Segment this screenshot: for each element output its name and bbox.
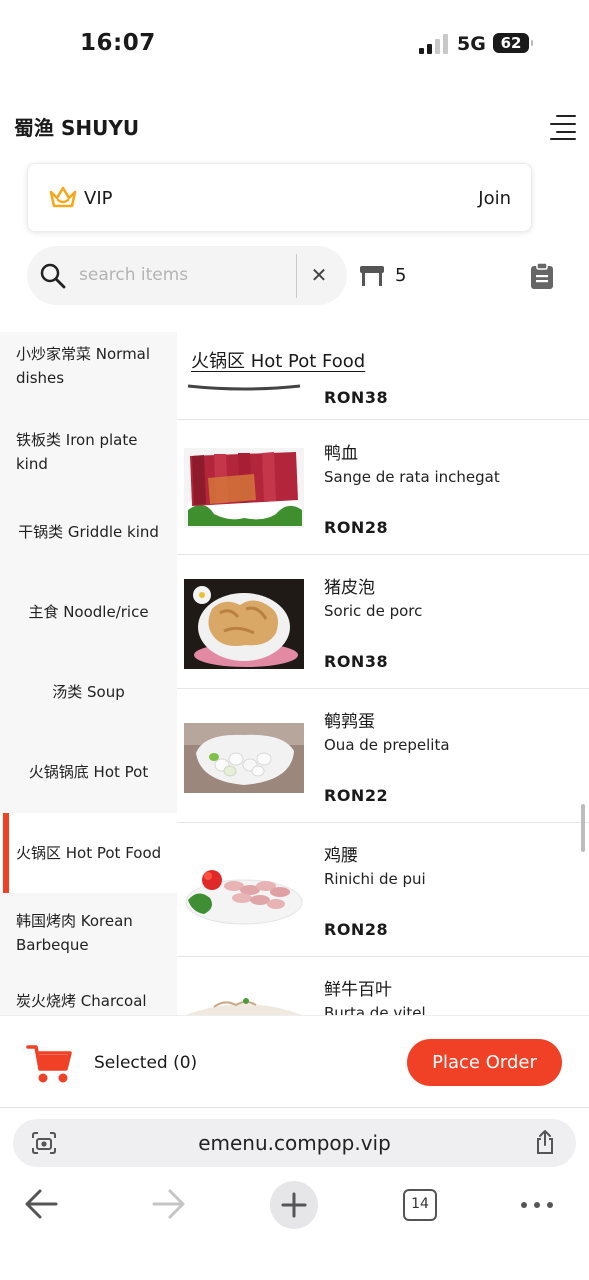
search-icon [40,263,66,289]
item-name-cn: 鸡腰 [324,846,358,866]
category-griddle[interactable]: 干锅类 Griddle kind [0,492,177,572]
clipboard-icon[interactable] [530,262,554,290]
selected-count: Selected (0) [94,1053,198,1073]
category-noodle-rice[interactable]: 主食 Noodle/rice [0,572,177,652]
menu-icon[interactable] [548,112,576,140]
new-tab-button[interactable] [270,1181,318,1229]
scrollbar[interactable] [581,804,585,852]
share-icon[interactable] [534,1129,556,1155]
search-divider [296,254,297,298]
food-image [184,993,304,1015]
category-charcoal[interactable]: 炭火烧烤 Charcoal [0,973,177,1015]
clear-search-icon[interactable]: ✕ [307,263,331,287]
category-hot-pot-food[interactable]: 火锅区 Hot Pot Food [0,813,177,893]
category-hot-pot[interactable]: 火锅锅底 Hot Pot [0,732,177,812]
category-sidebar: 小炒家常菜 Normal dishes 铁板类 Iron plate kind … [0,332,177,1015]
brand-title: 蜀渔 SHUYU [14,116,140,140]
item-name-ro: Rinichi de pui [324,870,426,888]
list-item[interactable]: 鸭血 Sange de rata inchegat RON28 [177,421,589,555]
item-name-cn: 鸭血 [324,444,358,464]
food-image [184,380,304,392]
item-name-cn: 猪皮泡 [324,578,375,598]
category-iron-plate[interactable]: 铁板类 Iron plate kind [0,412,177,492]
join-button[interactable]: Join [478,188,511,209]
signal-icon [419,34,449,54]
food-image [184,850,304,930]
category-soup[interactable]: 汤类 Soup [0,652,177,732]
url-text[interactable]: emenu.compop.vip [13,1131,576,1155]
vip-card[interactable]: VIP Join [27,163,532,232]
item-price: RON38 [324,388,389,407]
food-image [184,448,304,528]
tabs-button[interactable]: 14 [403,1189,437,1221]
back-icon[interactable] [22,1179,72,1229]
table-number: 5 [395,265,407,286]
food-image [184,579,304,669]
address-bar[interactable]: emenu.compop.vip [13,1119,576,1167]
section-title: 火锅区 Hot Pot Food [191,351,366,372]
item-price: RON28 [324,518,389,537]
order-bar: Selected (0) Place Order [0,1015,589,1108]
item-price: RON22 [324,786,389,805]
category-normal-dishes[interactable]: 小炒家常菜 Normal dishes [0,332,177,406]
category-korean-barbeque[interactable]: 韩国烤肉 Korean Barbeque [0,893,177,973]
search-bar: ✕ [27,246,347,305]
forward-icon[interactable] [150,1179,200,1229]
cart-icon[interactable] [26,1043,74,1085]
place-order-button[interactable]: Place Order [407,1039,562,1086]
list-item[interactable]: RON38 [177,380,589,420]
battery-icon: 62 [493,33,533,53]
item-name-ro: Sange de rata inchegat [324,468,500,486]
plus-icon [281,1192,307,1218]
item-price: RON28 [324,920,389,939]
item-name-ro: Oua de prepelita [324,736,450,754]
item-name-ro: Soric de porc [324,602,423,620]
vip-label: VIP [84,188,113,209]
status-time: 16:07 [80,30,156,56]
status-bar: 16:07 5G 62 [0,0,589,88]
list-item[interactable]: 鹌鹑蛋 Oua de prepelita RON22 [177,689,589,823]
item-name-ro: Burta de vitel [324,1004,426,1015]
search-input[interactable] [79,260,289,290]
item-list: RON38 鸭血 Sange de rata inchegat RON28 猪皮… [177,380,589,1015]
item-name-cn: 鲜牛百叶 [324,980,392,1000]
item-price: RON38 [324,652,389,671]
item-name-cn: 鹌鹑蛋 [324,712,375,732]
list-item[interactable]: 鲜牛百叶 Burta de vitel [177,957,589,1015]
table-icon [360,266,384,286]
list-item[interactable]: 猪皮泡 Soric de porc RON38 [177,555,589,689]
food-image [184,723,304,793]
crown-icon [49,186,77,208]
network-label: 5G [457,33,486,55]
list-item[interactable]: 鸡腰 Rinichi de pui RON28 [177,823,589,957]
more-icon[interactable] [519,1191,555,1219]
browser-toolbar: emenu.compop.vip 14 [0,1108,589,1280]
